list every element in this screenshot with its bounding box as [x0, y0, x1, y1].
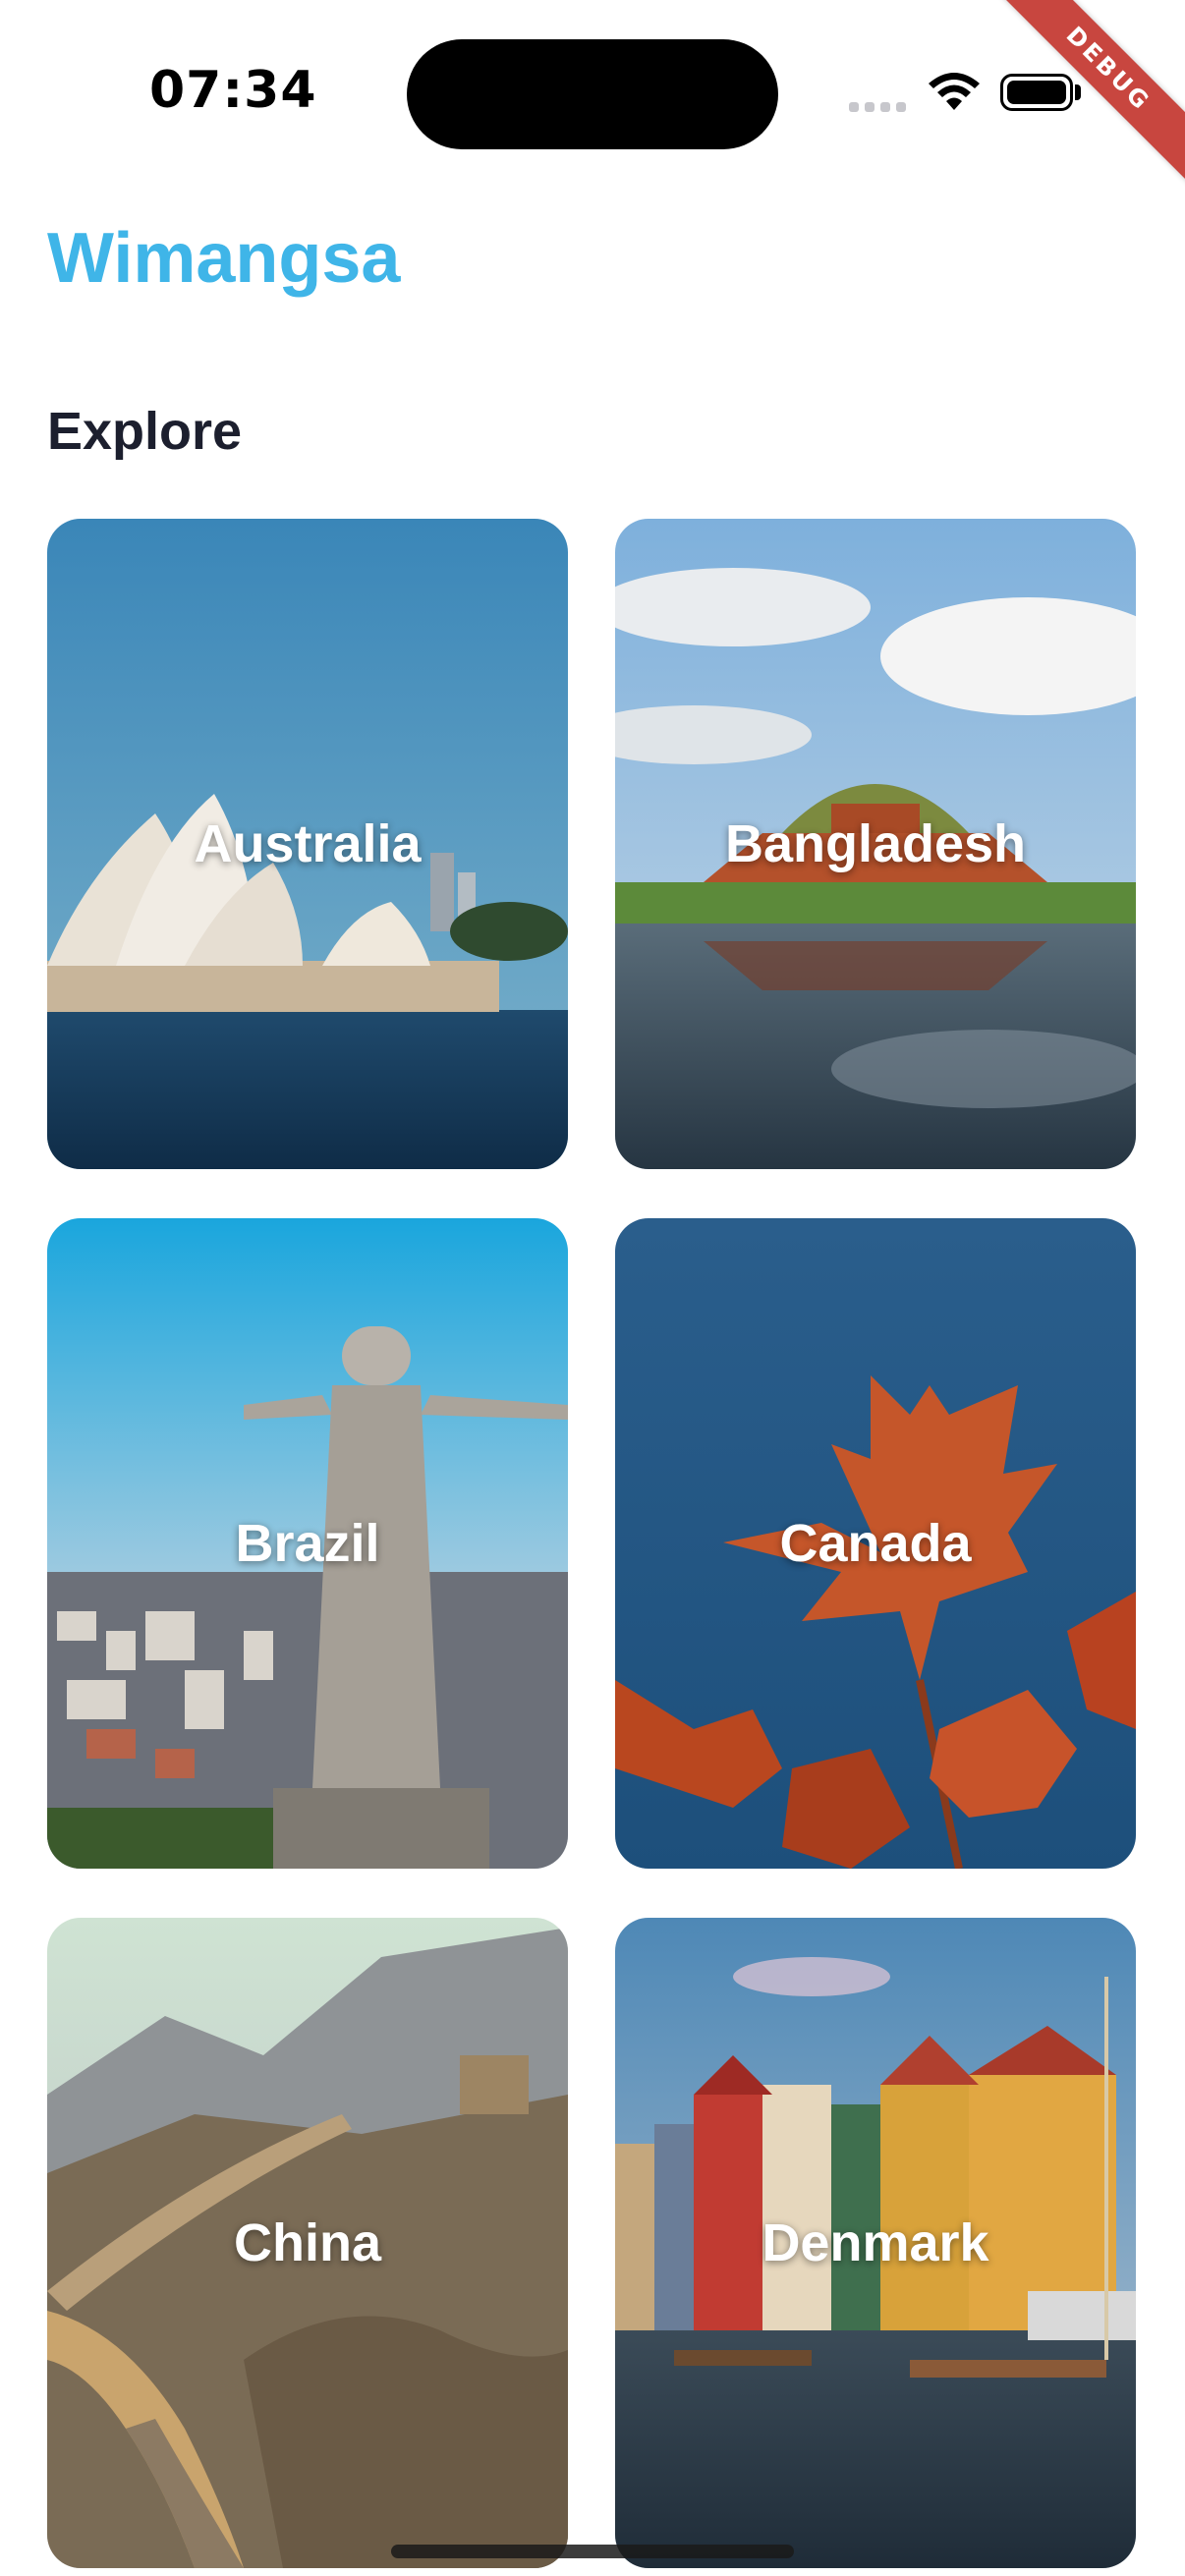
country-label: Bangladesh	[724, 814, 1027, 873]
country-card-china[interactable]: China	[47, 1918, 568, 2568]
section-title: Explore	[47, 402, 243, 461]
cellular-signal-icon	[849, 102, 906, 114]
country-card-bangladesh[interactable]: Bangladesh	[615, 519, 1136, 1169]
battery-cap	[1075, 84, 1081, 100]
country-label: Australia	[194, 814, 422, 873]
battery-icon	[1000, 74, 1073, 111]
country-card-denmark[interactable]: Denmark	[615, 1918, 1136, 2568]
country-label: China	[233, 2213, 381, 2272]
country-label: Canada	[779, 1514, 972, 1573]
home-indicator[interactable]	[391, 2545, 794, 2558]
status-bar: 07:34 DEBUG	[0, 0, 1185, 204]
country-card-brazil[interactable]: Brazil	[47, 1218, 568, 1869]
status-time: 07:34	[149, 61, 317, 120]
country-label: Denmark	[762, 2213, 989, 2272]
country-card-canada[interactable]: Canada	[615, 1218, 1136, 1869]
wifi-icon	[929, 73, 980, 110]
country-label: Brazil	[235, 1514, 380, 1573]
country-card-australia[interactable]: Australia	[47, 519, 568, 1169]
dynamic-island	[407, 39, 778, 149]
app-title: Wimangsa	[47, 219, 401, 298]
